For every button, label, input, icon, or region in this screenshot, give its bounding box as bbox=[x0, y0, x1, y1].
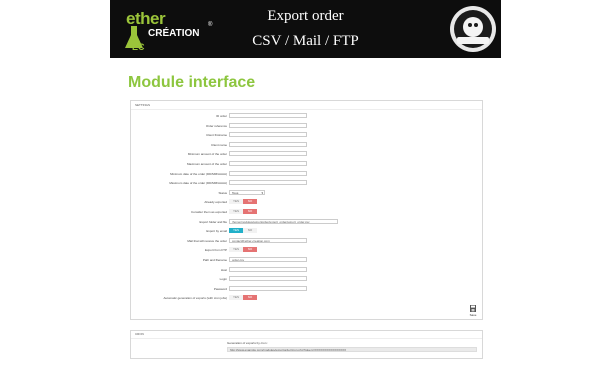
text-input[interactable] bbox=[229, 170, 307, 176]
select-value: Tous bbox=[232, 190, 239, 195]
cron-panel: CRON Generation of exports by cron : htt… bbox=[130, 330, 483, 359]
cron-label: Generation of exports by cron : bbox=[227, 341, 269, 345]
field-label: Password bbox=[213, 286, 227, 291]
switch-yes[interactable]: YES bbox=[229, 295, 243, 301]
settings-panel: SETTINGS ID order Order reference Client f… bbox=[130, 100, 483, 320]
switch-no[interactable]: NO bbox=[243, 199, 257, 205]
field-label: Order reference bbox=[205, 123, 227, 128]
switch-no[interactable]: NO bbox=[243, 247, 257, 253]
form-row: Export folder and file/home/modules/expo… bbox=[131, 218, 482, 225]
field-label: Consider them as exported bbox=[190, 210, 227, 214]
field-label: Minimum date of the order (DD/MM/AAAA) bbox=[170, 171, 227, 176]
form-row: Mail that will receive the order contact@… bbox=[131, 237, 482, 244]
settings-panel-header: SETTINGS bbox=[131, 101, 482, 110]
form-row: Export by email YES NO bbox=[131, 228, 482, 234]
banner-title: Export order bbox=[267, 8, 344, 24]
field-label: Client firstname bbox=[206, 133, 227, 138]
form-row: Automatic generation of exports (with cr… bbox=[131, 295, 482, 301]
yes-no-switch[interactable]: YES NO bbox=[229, 247, 257, 253]
save-label: Save bbox=[469, 313, 477, 317]
yes-no-switch[interactable]: YES NO bbox=[229, 209, 257, 214]
form-row: Status Tous ▾ bbox=[131, 189, 482, 196]
module-interface-title: Module interface bbox=[128, 74, 256, 91]
form-row: Order reference bbox=[131, 122, 482, 129]
yes-no-switch[interactable]: YES NO bbox=[229, 228, 257, 234]
text-input[interactable] bbox=[229, 266, 307, 272]
text-input[interactable] bbox=[229, 285, 307, 291]
form-row: Client firstname bbox=[131, 132, 482, 138]
form-row: Path and filename order.csv bbox=[131, 257, 482, 263]
field-label: Maximum amount of the order bbox=[186, 162, 227, 166]
cron-url-field[interactable]: http://www.example.com/modules/exportord… bbox=[227, 347, 477, 352]
text-input[interactable] bbox=[229, 132, 307, 138]
switch-no[interactable]: NO bbox=[243, 295, 257, 301]
text-input[interactable] bbox=[229, 276, 307, 282]
form-row: Maximum amount of the order bbox=[131, 161, 482, 167]
field-label: Mail that will receive the order bbox=[187, 238, 227, 243]
switch-no[interactable]: NO bbox=[243, 228, 257, 234]
text-input[interactable] bbox=[229, 180, 307, 186]
form-row: Host bbox=[131, 266, 482, 273]
field-label: ID order bbox=[216, 114, 227, 118]
field-label: Minimum amount of the order bbox=[187, 152, 227, 157]
header-banner: ether CRÉATION EC ® Export order CSV / M… bbox=[110, 0, 501, 58]
form-row: Already exported YES NO bbox=[131, 199, 482, 205]
form-row: Minimum date of the order (DD/MM/AAAA) bbox=[131, 170, 482, 177]
switch-no[interactable]: NO bbox=[243, 209, 257, 214]
switch-yes[interactable]: YES bbox=[229, 209, 243, 214]
field-label: Export folder and file bbox=[199, 219, 227, 224]
field-label: Already exported bbox=[204, 200, 227, 205]
field-label: Client name bbox=[210, 142, 227, 147]
text-input[interactable] bbox=[229, 113, 307, 118]
text-input[interactable] bbox=[229, 161, 307, 166]
save-button[interactable]: Save bbox=[468, 305, 478, 317]
form-row: ID order bbox=[131, 113, 482, 119]
chevron-down-icon: ▾ bbox=[261, 190, 263, 195]
form-row: Export from FTP YES NO bbox=[131, 247, 482, 253]
field-label: Path and filename bbox=[202, 258, 227, 262]
text-input[interactable] bbox=[229, 141, 307, 147]
form-row: Maximum date of the order (DD/MM/AAAA) bbox=[131, 180, 482, 186]
field-label: Export by email bbox=[206, 229, 227, 234]
field-label: Export from FTP bbox=[204, 248, 227, 253]
text-input[interactable] bbox=[229, 122, 307, 128]
form-row: Login bbox=[131, 276, 482, 282]
cron-panel-header: CRON bbox=[131, 331, 482, 339]
switch-yes[interactable]: YES bbox=[229, 228, 243, 234]
form-row: Consider them as exported YES NO bbox=[131, 209, 482, 215]
prestashop-partner-badge-icon bbox=[450, 6, 496, 52]
switch-yes[interactable]: YES bbox=[229, 199, 243, 205]
text-input[interactable] bbox=[229, 151, 307, 157]
switch-yes[interactable]: YES bbox=[229, 247, 243, 253]
form-row: Minimum amount of the order bbox=[131, 151, 482, 157]
text-input[interactable]: order.csv bbox=[229, 257, 307, 262]
text-input[interactable]: /home/modules/exportorder/export_order/e… bbox=[229, 218, 338, 224]
field-label: Automatic generation of exports (with cr… bbox=[163, 296, 227, 301]
status-select[interactable]: Tous ▾ bbox=[229, 189, 265, 195]
yes-no-switch[interactable]: YES NO bbox=[229, 295, 257, 301]
field-label: Maximum date of the order (DD/MM/AAAA) bbox=[169, 181, 227, 186]
text-input[interactable]: contact@ether-creation.com bbox=[229, 237, 307, 243]
floppy-disk-icon bbox=[470, 305, 476, 312]
field-label: Login bbox=[219, 277, 227, 282]
banner-subtitle: CSV / Mail / FTP bbox=[252, 33, 359, 49]
field-label: Host bbox=[220, 267, 227, 272]
form-row: Client name bbox=[131, 141, 482, 148]
field-label: Status bbox=[218, 190, 227, 195]
form-row: Password bbox=[131, 285, 482, 292]
yes-no-switch[interactable]: YES NO bbox=[229, 199, 257, 205]
